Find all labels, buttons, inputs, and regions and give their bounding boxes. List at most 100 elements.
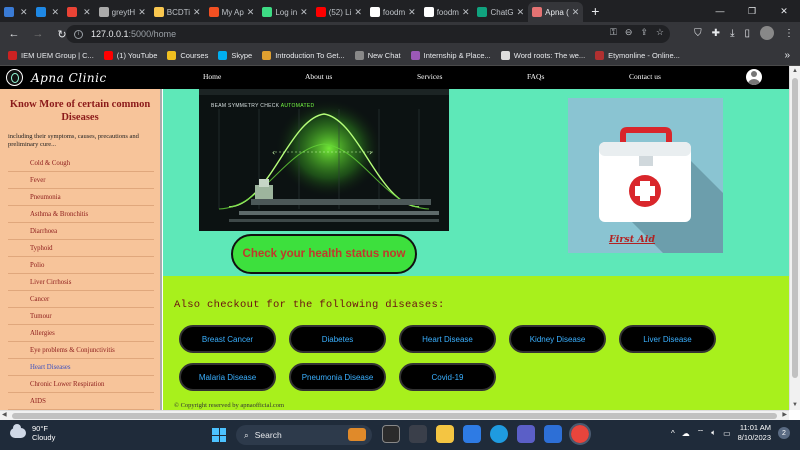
volume-icon[interactable]: 🔈︎ [711,428,716,438]
profile-avatar[interactable] [760,26,774,40]
scroll-down-arrow-icon[interactable]: ▼ [792,402,798,408]
sidebar-disease-link[interactable]: Liver Cirrhosis [8,274,154,291]
new-tab-button[interactable]: + [591,3,599,19]
horizontal-scroll-thumb[interactable] [12,413,777,419]
nav-services[interactable]: Services [417,72,442,81]
disease-button[interactable]: Covid-19 [399,363,496,391]
extensions-icon[interactable]: ✚ [712,28,720,39]
horizontal-scrollbar[interactable]: ◀ ▶ [0,410,789,420]
bookmark-item[interactable]: Introduction To Get... [262,51,345,60]
sidebar-disease-link[interactable]: Eye problems & Conjunctivitis [8,342,154,359]
bookmark-item[interactable]: Skype [218,51,252,60]
sidebar-disease-link[interactable]: Heart Diseases [8,359,154,376]
sidebar-disease-link[interactable]: Pneumonia [8,189,154,206]
browser-tab[interactable]: greytH ✕ [95,2,150,22]
sidebar-disease-link[interactable]: Chronic Lower Respiration [8,376,154,393]
site-info-icon[interactable]: i [74,29,83,39]
close-window-button[interactable]: ✕ [768,0,800,22]
bookmark-star-icon[interactable]: ☆ [656,27,664,38]
bookmark-item[interactable]: IEM UEM Group | C... [8,51,94,60]
chrome-icon[interactable] [569,423,591,445]
nav-about-us[interactable]: About us [305,72,332,81]
sidebar-disease-link[interactable]: Cold & Cough [8,155,154,172]
file-explorer-icon[interactable] [436,425,454,443]
onedrive-icon[interactable]: ☁ [682,429,690,438]
nav-home[interactable]: Home [203,72,221,81]
sidebar-disease-link[interactable]: Cancer [8,291,154,308]
tab-close-icon[interactable]: ✕ [247,7,255,18]
sidebar-disease-link[interactable]: Fever [8,172,154,189]
bookmark-item[interactable]: New Chat [354,51,401,60]
bookmark-item[interactable]: (1) YouTube [103,51,157,60]
scroll-up-arrow-icon[interactable]: ▲ [792,68,798,74]
tab-close-icon[interactable]: ✕ [517,7,525,18]
back-button[interactable]: ← [4,28,24,40]
shield-icon[interactable]: ⛉ [694,28,702,39]
bookmark-item[interactable]: Word roots: The we... [500,51,585,60]
nav-contact-us[interactable]: Contact us [629,72,661,81]
tab-close-icon[interactable]: ✕ [408,7,416,18]
nav-faqs[interactable]: FAQs [527,72,544,81]
disease-button[interactable]: Liver Disease [619,325,716,353]
sidebar-disease-link[interactable]: Asthma & Bronchitis [8,206,154,223]
sidebar-disease-link[interactable]: Tumour [8,308,154,325]
browser-tab[interactable]: (52) Li ✕ [312,2,366,22]
tab-close-icon[interactable]: ✕ [462,7,470,18]
browser-tab[interactable]: ✕ [32,2,64,22]
clock[interactable]: 11:01 AM 8/10/2023 [738,423,771,443]
tab-close-icon[interactable]: ✕ [20,7,28,18]
tab-close-icon[interactable]: ✕ [138,7,146,18]
bookmark-item[interactable]: Etymonline - Online... [595,51,680,60]
sidebar-disease-link[interactable]: Polio [8,257,154,274]
disease-button[interactable]: Kidney Disease [509,325,606,353]
task-view-icon[interactable] [382,425,400,443]
battery-icon[interactable]: ▭ [723,429,731,438]
edge-icon[interactable] [490,425,508,443]
disease-button[interactable]: Malaria Disease [179,363,276,391]
sidebar-disease-link[interactable]: Diarrhoea [8,223,154,240]
wifi-icon[interactable]: ⌔ [697,428,705,438]
vscode-icon[interactable] [544,425,562,443]
browser-tab[interactable]: ✕ [0,2,32,22]
tab-close-icon[interactable]: ✕ [193,7,201,18]
bookmark-item[interactable]: Internship & Place... [410,51,491,60]
vertical-scroll-thumb[interactable] [792,78,798,378]
sidebar-disease-link[interactable]: Allergies [8,325,154,342]
start-windows-icon[interactable] [212,428,226,442]
bookmark-item[interactable]: Courses [167,51,208,60]
browser-tab[interactable]: My Ap ✕ [205,2,259,22]
browser-tab[interactable]: BCDTi ✕ [150,2,205,22]
check-health-status-button[interactable]: Check your health status now [231,234,417,274]
maximize-button[interactable]: ❐ [736,0,768,22]
tab-close-icon[interactable]: ✕ [52,7,60,18]
mail-icon[interactable] [463,425,481,443]
site-brand[interactable]: Apna Clinic [6,69,107,86]
menu-kebab-icon[interactable]: ⋮ [784,28,794,39]
tray-expand-chevron-icon[interactable]: ^ [671,429,675,438]
widgets-icon[interactable] [409,425,427,443]
sidebar-disease-link[interactable]: Typhoid [8,240,154,257]
user-avatar-icon[interactable] [746,69,762,85]
first-aid-card[interactable]: First Aid [568,98,723,253]
disease-button[interactable]: Pneumonia Disease [289,363,386,391]
weather-widget[interactable]: 90°F Cloudy [10,424,55,442]
tab-close-icon[interactable]: ✕ [354,7,362,18]
zoom-icon[interactable]: ⊖ [625,27,633,38]
sidebar-disease-link[interactable]: AIDS [8,393,154,410]
tab-close-icon[interactable]: ✕ [83,7,91,18]
taskbar-search[interactable]: ⌕ Search [236,425,372,445]
sidepanel-icon[interactable]: ▯ [744,28,750,39]
scroll-right-arrow-icon[interactable]: ▶ [782,411,787,418]
key-icon[interactable]: ⚿ [610,27,617,38]
disease-button[interactable]: Heart Disease [399,325,496,353]
vertical-scrollbar[interactable]: ▲ ▼ [789,66,800,410]
download-icon[interactable]: ⤓ [730,28,734,39]
browser-tab[interactable]: foodm ✕ [366,2,420,22]
teams-icon[interactable] [517,425,535,443]
browser-tab[interactable]: Log in ✕ [258,2,311,22]
scroll-left-arrow-icon[interactable]: ◀ [2,411,7,418]
browser-tab[interactable]: foodm ✕ [420,2,474,22]
forward-button[interactable]: → [28,28,48,40]
browser-tab[interactable]: ChatG ✕ [473,2,528,22]
notification-badge[interactable]: 2 [778,427,790,439]
